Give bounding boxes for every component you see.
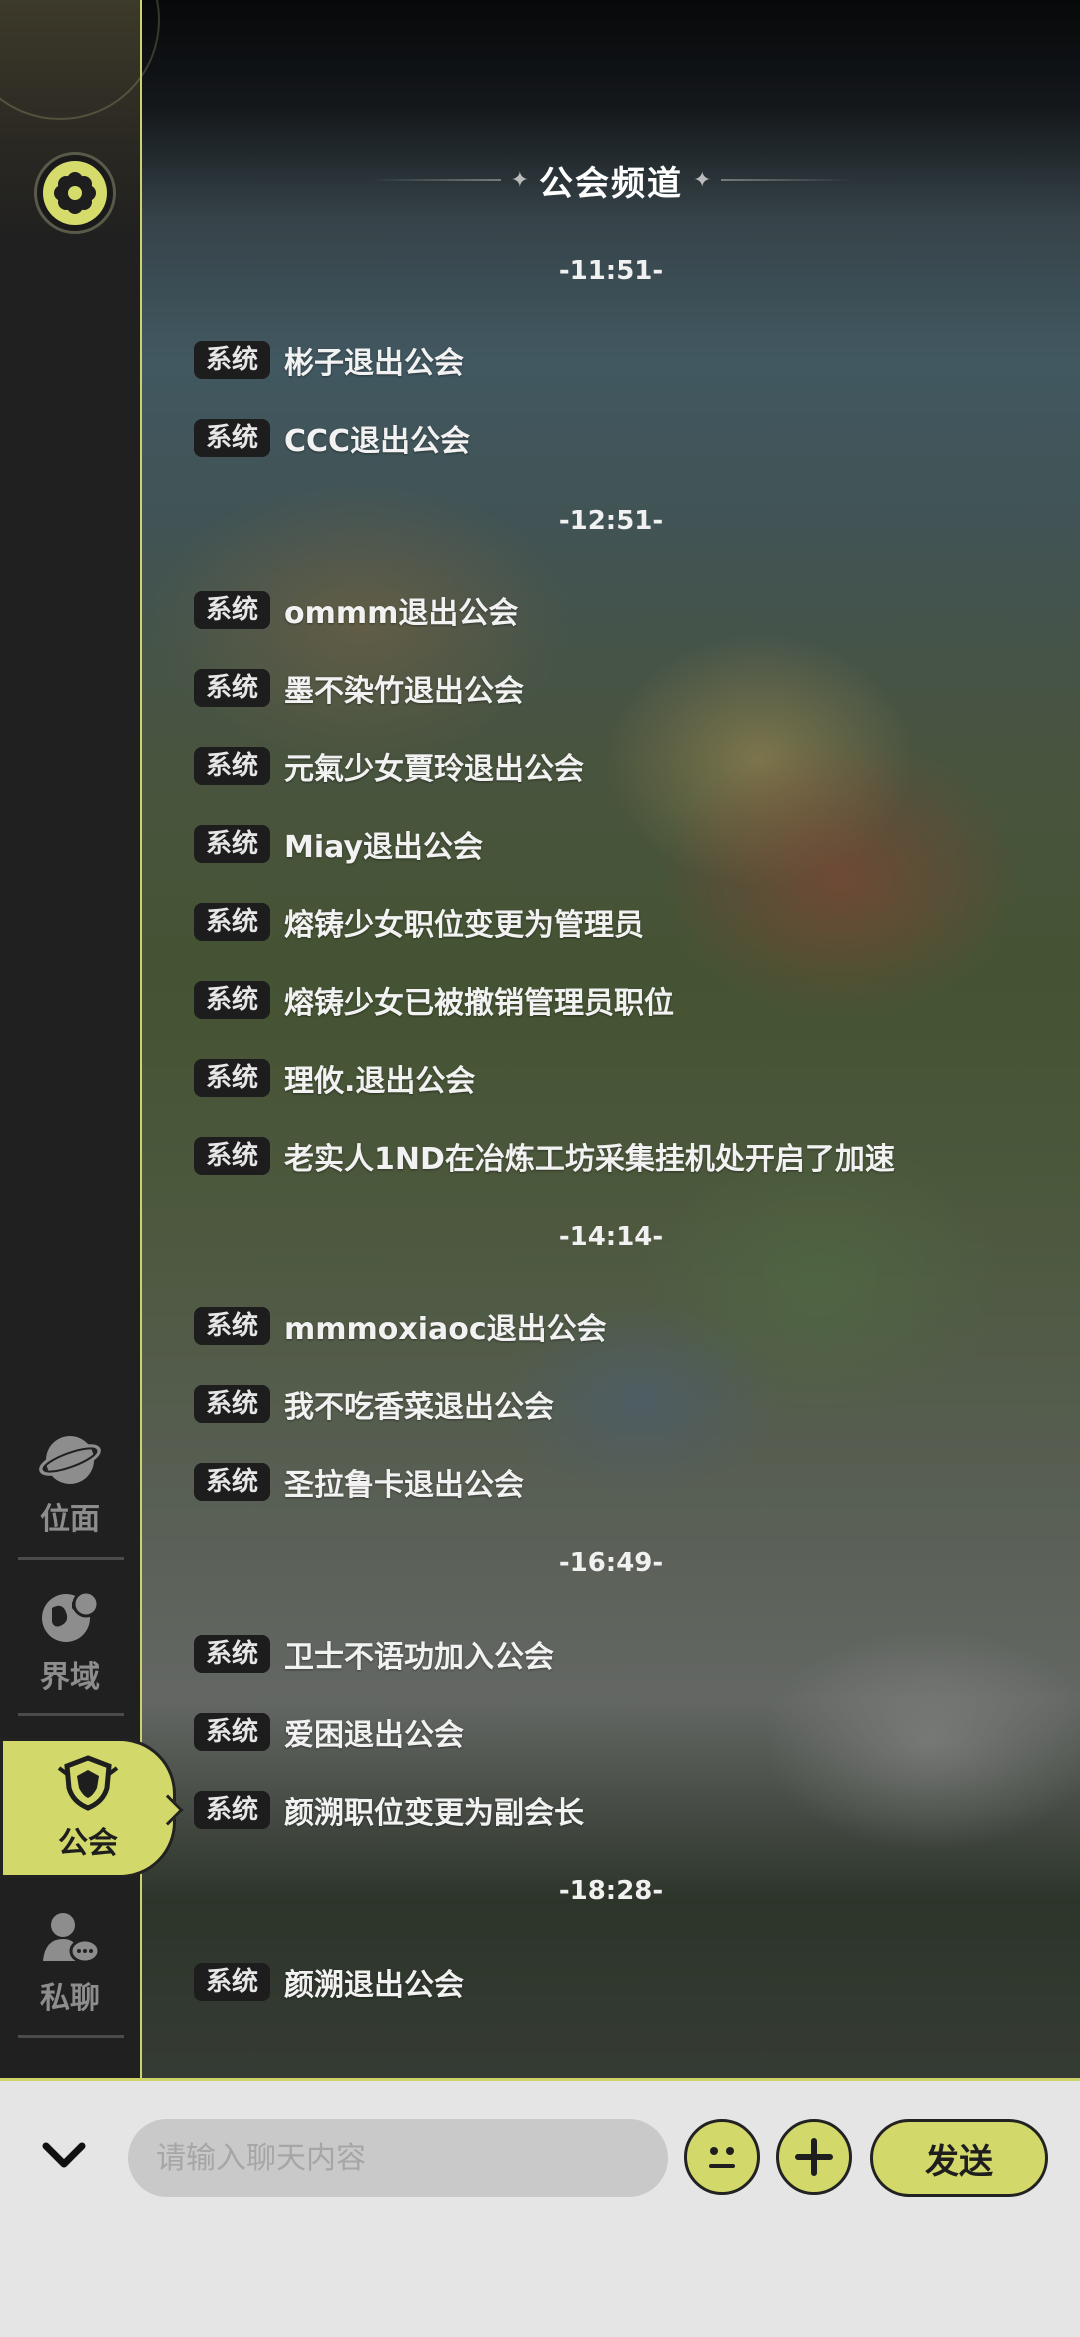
sidebar-item-label: 界域 <box>40 1660 100 1695</box>
list-item: 系统 墨不染竹退出公会 <box>194 666 524 710</box>
add-button[interactable] <box>776 2119 852 2195</box>
timestamp-divider: -11:51- <box>558 256 664 286</box>
channel-sidebar: 位面 界域 公会 私聊 <box>0 0 184 2078</box>
message-text: 颜溯职位变更为副会长 <box>284 1796 585 1831</box>
message-text: CCC退出公会 <box>284 424 471 459</box>
system-badge: 系统 <box>194 1385 271 1423</box>
star-icon: ✦ <box>510 167 529 193</box>
plus-icon <box>795 2138 833 2176</box>
message-text: 我不吃香菜退出公会 <box>284 1390 555 1425</box>
system-badge: 系统 <box>194 669 271 707</box>
list-item: 系统 颜溯退出公会 <box>194 1960 464 2004</box>
message-text: 元氣少女賈玲退出公会 <box>284 752 585 787</box>
timestamp-divider: -16:49- <box>558 1548 664 1578</box>
private-chat-icon <box>43 1913 101 1964</box>
system-badge: 系统 <box>194 419 271 457</box>
list-item: 系统 爱困退出公会 <box>194 1710 464 1754</box>
sidebar-item-guild[interactable]: 公会 <box>0 1738 184 1878</box>
message-text: 熔铸少女已被撤销管理员职位 <box>284 986 675 1021</box>
list-item: 系统 熔铸少女职位变更为管理员 <box>194 900 644 944</box>
system-badge: 系统 <box>194 981 271 1019</box>
sidebar-item-private-chat[interactable]: 私聊 <box>0 1888 140 2038</box>
system-badge: 系统 <box>194 1463 271 1501</box>
send-button[interactable]: 发送 <box>870 2119 1048 2197</box>
message-text: 老实人1ND在冶炼工坊采集挂机处开启了加速 <box>284 1142 895 1177</box>
system-badge: 系统 <box>194 1137 271 1175</box>
divider <box>18 1557 124 1560</box>
divider <box>18 1713 124 1716</box>
list-item: 系统 元氣少女賈玲退出公会 <box>194 744 584 788</box>
message-text: 卫士不语功加入公会 <box>284 1640 555 1675</box>
system-badge: 系统 <box>194 903 271 941</box>
system-badge: 系统 <box>194 747 271 785</box>
system-badge: 系统 <box>194 1713 271 1751</box>
list-item: 系统 理攸.退出公会 <box>194 1056 475 1100</box>
timestamp-divider: -18:28- <box>558 1876 664 1906</box>
timestamp-divider: -14:14- <box>558 1222 664 1252</box>
header-line-left <box>370 179 501 181</box>
sidebar-item-label: 私聊 <box>40 1981 100 2016</box>
sidebar-item-realm[interactable]: 界域 <box>0 1566 140 1716</box>
message-text: 熔铸少女职位变更为管理员 <box>284 908 645 943</box>
list-item: 系统 彬子退出公会 <box>194 338 464 382</box>
gear-icon <box>54 172 96 214</box>
page-title: 公会频道 <box>539 163 683 204</box>
list-item: 系统 CCC退出公会 <box>194 416 470 460</box>
message-text: mmmoxiaoc退出公会 <box>284 1312 607 1347</box>
globe-icon <box>42 1590 100 1642</box>
sidebar-item-label: 位面 <box>40 1502 100 1537</box>
list-item: 系统 Miay退出公会 <box>194 822 483 866</box>
header-line-right <box>721 179 852 181</box>
sidebar-item-label: 公会 <box>58 1826 118 1861</box>
system-badge: 系统 <box>194 1059 271 1097</box>
list-item: 系统 我不吃香菜退出公会 <box>194 1382 554 1426</box>
chat-input[interactable] <box>128 2119 668 2197</box>
chat-input-bar: 发送 <box>0 2078 1080 2337</box>
list-item: 系统 mmmoxiaoc退出公会 <box>194 1304 607 1348</box>
star-icon: ✦ <box>693 167 712 193</box>
system-badge: 系统 <box>194 1791 271 1829</box>
system-badge: 系统 <box>194 825 271 863</box>
collapse-button[interactable] <box>38 2136 90 2176</box>
list-item: 系统 圣拉鲁卡退出公会 <box>194 1460 524 1504</box>
system-badge: 系统 <box>194 1963 271 2001</box>
message-text: 彬子退出公会 <box>284 346 465 381</box>
message-text: 理攸.退出公会 <box>284 1064 476 1099</box>
message-text: 圣拉鲁卡退出公会 <box>284 1468 525 1503</box>
system-badge: 系统 <box>194 1307 271 1345</box>
system-badge: 系统 <box>194 1635 271 1673</box>
sidebar-item-plane[interactable]: 位面 <box>0 1410 140 1560</box>
chevron-down-icon <box>42 2142 86 2168</box>
divider <box>18 2035 124 2038</box>
guild-shield-icon <box>57 1755 119 1811</box>
message-text: 墨不染竹退出公会 <box>284 674 525 709</box>
system-badge: 系统 <box>194 591 271 629</box>
neutral-face-icon <box>709 2147 735 2168</box>
list-item: 系统 熔铸少女已被撤销管理员职位 <box>194 978 674 1022</box>
list-item: 系统 卫士不语功加入公会 <box>194 1632 554 1676</box>
emoji-button[interactable] <box>684 2119 760 2195</box>
list-item: 系统 颜溯职位变更为副会长 <box>194 1788 584 1832</box>
message-text: 爱困退出公会 <box>284 1718 465 1753</box>
message-text: ommm退出公会 <box>284 596 519 631</box>
message-text: Miay退出公会 <box>284 830 484 865</box>
message-text: 颜溯退出公会 <box>284 1968 465 2003</box>
list-item: 系统 老实人1ND在冶炼工坊采集挂机处开启了加速 <box>194 1134 895 1178</box>
timestamp-divider: -12:51- <box>558 506 664 536</box>
settings-button[interactable] <box>34 152 116 234</box>
channel-header: ✦ 公会频道 ✦ <box>142 140 1080 220</box>
system-badge: 系统 <box>194 341 271 379</box>
planet-coin-icon <box>39 1436 101 1484</box>
list-item: 系统 ommm退出公会 <box>194 588 518 632</box>
